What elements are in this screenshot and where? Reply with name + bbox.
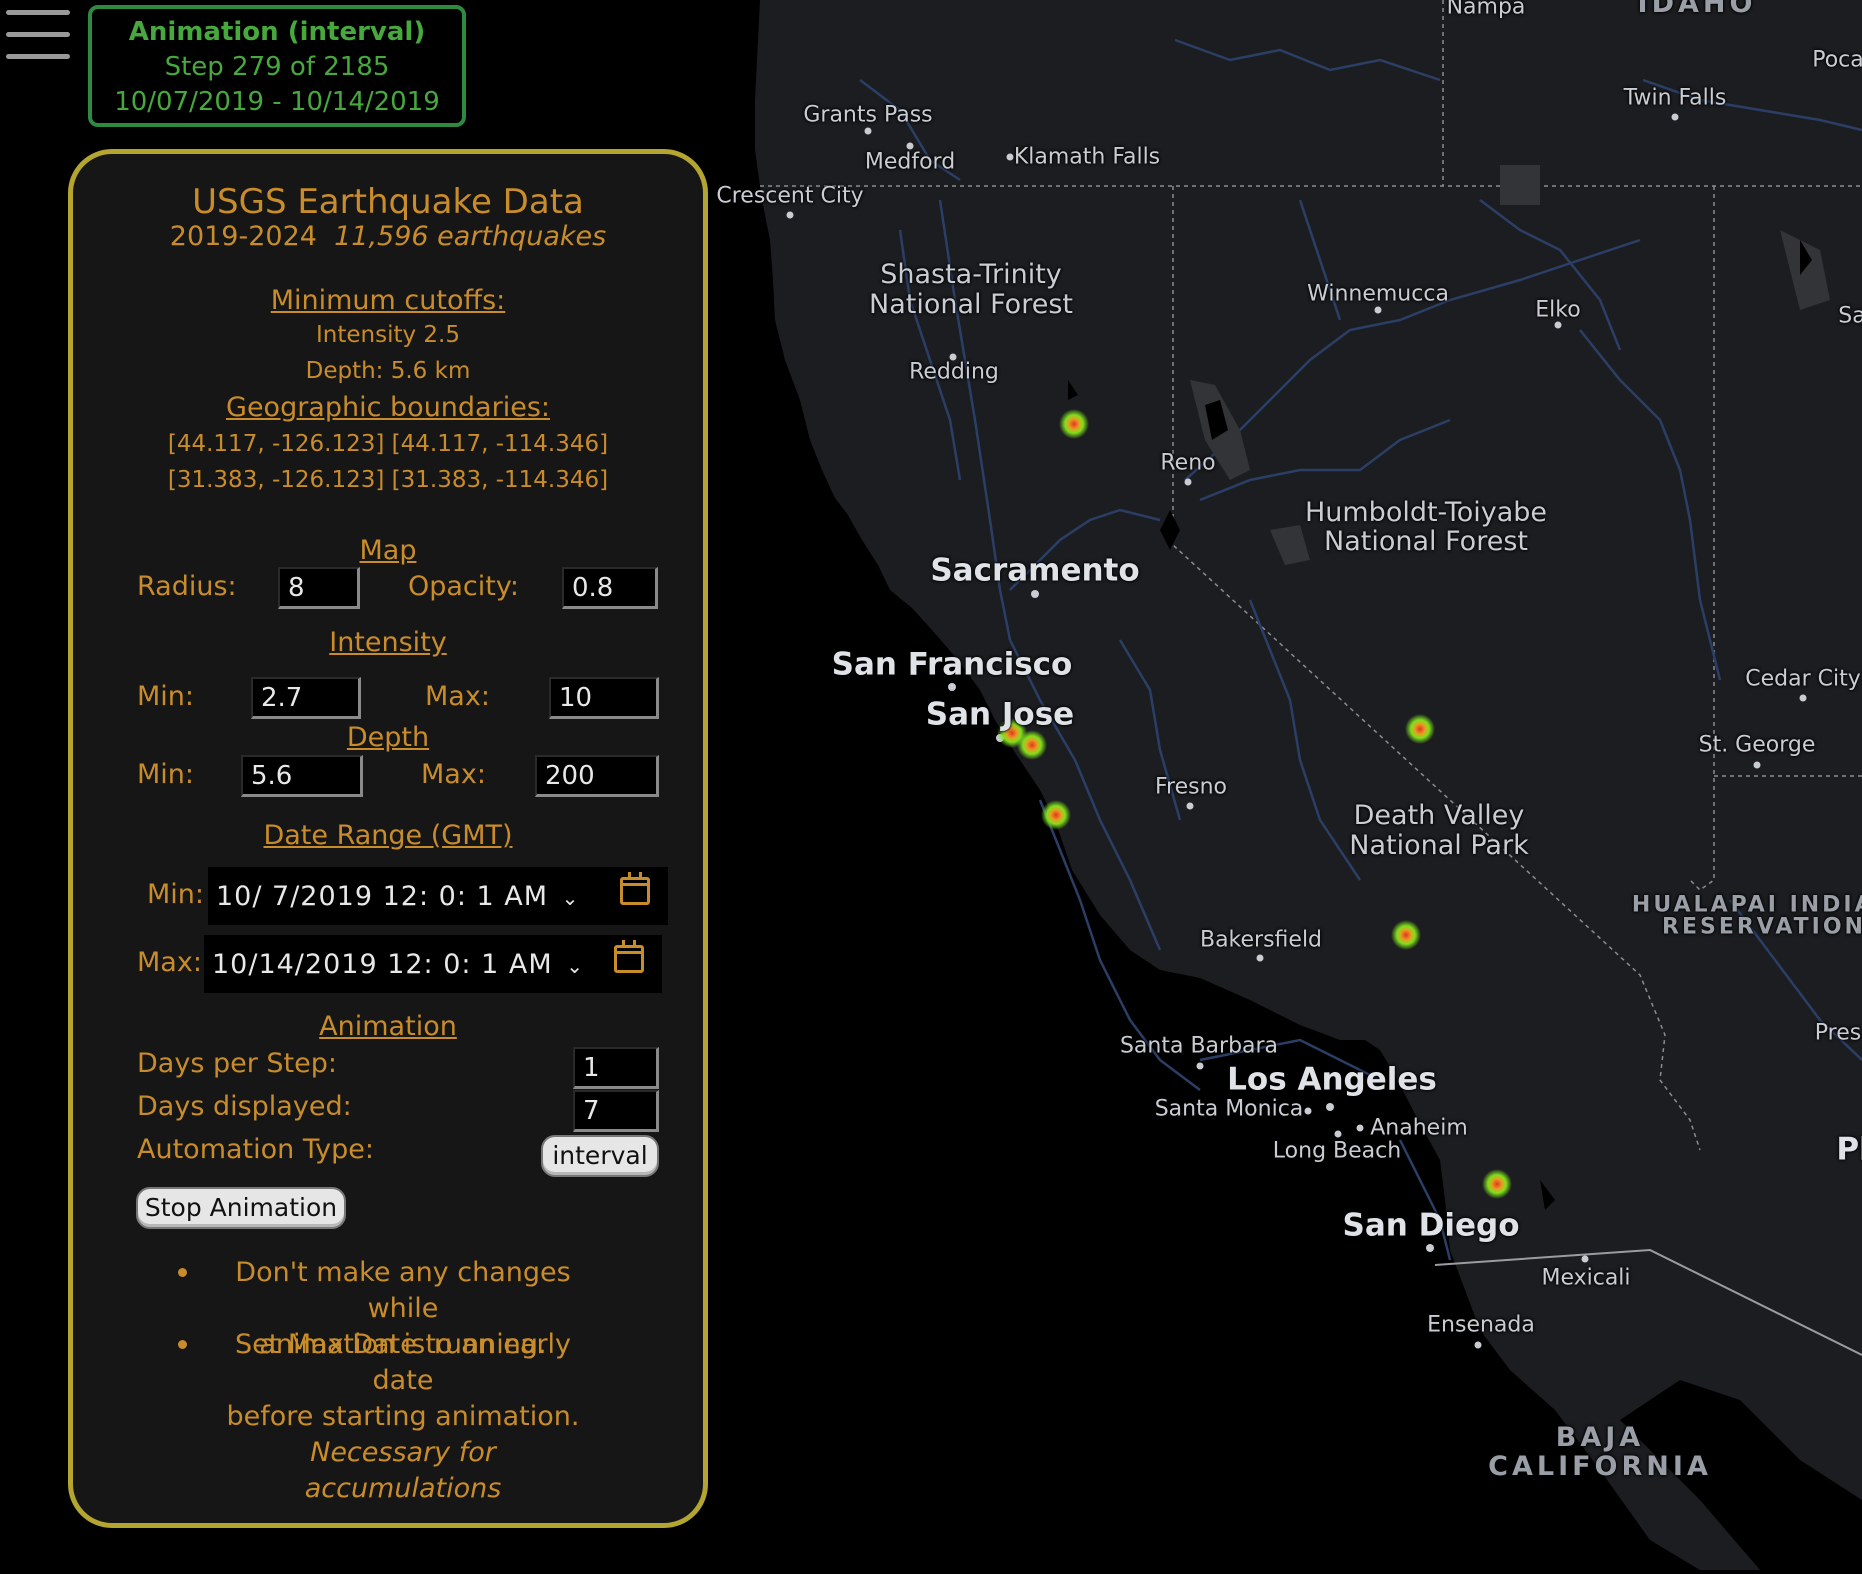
map-label-fresno: Fresno xyxy=(1154,774,1228,800)
note-bullet xyxy=(178,1268,187,1277)
map-label-humboldt-1: Humboldt-Toiyabe xyxy=(1304,496,1548,528)
depth-max-input[interactable]: 200 xyxy=(535,755,659,797)
map-label-anaheim: Anaheim xyxy=(1370,1115,1468,1141)
map-label-idaho: IDAHO xyxy=(1637,0,1757,19)
map-heading: Map xyxy=(359,535,417,566)
min-cutoffs-heading: Minimum cutoffs: xyxy=(270,285,506,316)
map-label-poca: Poca xyxy=(1812,47,1862,73)
date-min-label: Min: xyxy=(147,879,205,910)
map-label-santa-monica: Santa Monica xyxy=(1154,1096,1304,1122)
note-2-line-3: Necessary for accumulations xyxy=(304,1437,502,1504)
days-step-input[interactable]: 1 xyxy=(573,1047,659,1089)
control-panel: USGS Earthquake Data 2019-2024 11,596 ea… xyxy=(68,149,708,1528)
map-label-death-valley-2: National Park xyxy=(1349,829,1529,861)
geo-bounds-row1: [44.117, -126.123] [44.117, -114.346] xyxy=(167,431,609,457)
map-label-ensenada: Ensenada xyxy=(1427,1312,1535,1338)
days-step-label: Days per Step: xyxy=(137,1048,337,1079)
days-displayed-label: Days displayed: xyxy=(137,1091,352,1122)
intensity-heading: Intensity xyxy=(329,627,447,658)
min-cutoffs-intensity: Intensity 2.5 xyxy=(316,322,460,348)
chevron-down-icon[interactable]: ⌄ xyxy=(566,954,584,978)
map-label-grants-pass: Grants Pass xyxy=(803,102,933,128)
calendar-icon[interactable] xyxy=(614,940,644,973)
radius-label: Radius: xyxy=(137,571,237,602)
note-1-line-1: Don't make any changes while xyxy=(235,1257,571,1324)
map-label-los-angeles: Los Angeles xyxy=(1227,1061,1437,1098)
calendar-icon[interactable] xyxy=(620,872,650,905)
map-label-klamath-falls: Klamath Falls xyxy=(1013,144,1161,170)
animation-range: 10/07/2019 - 10/14/2019 xyxy=(114,87,440,117)
date-min-input[interactable]: 10/ 7/2019 12: 0: 1 AM ⌄ xyxy=(208,867,668,925)
date-max-value: 10/14/2019 12: 0: 1 AM xyxy=(212,949,553,980)
map-label-baja-1: BAJA xyxy=(1555,1421,1645,1453)
map-label-redding: Redding xyxy=(909,359,999,385)
menu-hamburger-icon[interactable] xyxy=(6,10,70,62)
animation-status-box: Animation (interval) Step 279 of 2185 10… xyxy=(88,5,466,127)
map-label-winnemucca: Winnemucca xyxy=(1307,281,1449,307)
stop-animation-button[interactable]: Stop Animation xyxy=(136,1187,346,1229)
map-label-baja-2: CALIFORNIA xyxy=(1488,1450,1712,1482)
automation-type-label: Automation Type: xyxy=(137,1134,374,1165)
map-label-sa: Sa xyxy=(1838,303,1862,329)
depth-min-label: Min: xyxy=(137,759,195,790)
date-range-heading: Date Range (GMT) xyxy=(263,820,513,851)
map-label-san-diego: San Diego xyxy=(1342,1207,1520,1244)
panel-subtitle: 2019-2024 11,596 earthquakes xyxy=(73,221,703,252)
map-label-long-beach: Long Beach xyxy=(1272,1138,1402,1164)
map-label-medford: Medford xyxy=(864,149,956,175)
map-label-hualapai-2: RESERVATION xyxy=(1662,914,1862,940)
map-label-mexicali: Mexicali xyxy=(1541,1265,1631,1291)
map-label-pres: Pres xyxy=(1814,1020,1862,1046)
days-displayed-input[interactable]: 7 xyxy=(573,1090,659,1132)
intensity-min-input[interactable]: 2.7 xyxy=(251,677,361,719)
map-label-st-george: St. George xyxy=(1698,732,1816,758)
note-2-line-1: Set Max Date to an early date xyxy=(234,1329,572,1396)
automation-type-button[interactable]: interval xyxy=(541,1135,659,1177)
depth-max-label: Max: xyxy=(421,759,486,790)
map-label-shasta-1: Shasta-Trinity xyxy=(880,258,1062,290)
map-label-sacramento: Sacramento xyxy=(930,552,1140,589)
note-bullet xyxy=(178,1340,187,1349)
map-label-bakersfield: Bakersfield xyxy=(1199,927,1323,953)
panel-title: USGS Earthquake Data xyxy=(192,182,584,222)
panel-years: 2019-2024 xyxy=(169,221,317,252)
note-2: Set Max Date to an early date before sta… xyxy=(213,1327,593,1507)
intensity-min-label: Min: xyxy=(137,681,195,712)
panel-count: 11,596 earthquakes xyxy=(334,221,607,252)
map-label-cedar-city: Cedar City xyxy=(1745,666,1861,692)
depth-min-input[interactable]: 5.6 xyxy=(241,755,363,797)
map-label-san-francisco: San Francisco xyxy=(831,646,1073,683)
min-cutoffs-depth: Depth: 5.6 km xyxy=(305,358,471,384)
map-label-pl: Pl xyxy=(1836,1131,1862,1168)
animation-status-title: Animation (interval) xyxy=(128,17,426,47)
map-label-shasta-2: National Forest xyxy=(869,288,1073,320)
map-label-death-valley-1: Death Valley xyxy=(1353,799,1525,831)
date-max-label: Max: xyxy=(137,947,202,978)
animation-heading: Animation xyxy=(319,1011,457,1042)
intensity-max-input[interactable]: 10 xyxy=(549,677,659,719)
geo-bounds-heading: Geographic boundaries: xyxy=(226,392,550,423)
depth-heading: Depth xyxy=(346,722,430,753)
map-label-twin-falls: Twin Falls xyxy=(1623,85,1727,111)
opacity-input[interactable]: 0.8 xyxy=(562,567,658,609)
note-2-line-2: before starting animation. xyxy=(226,1401,580,1432)
radius-input[interactable]: 8 xyxy=(278,567,360,609)
date-min-value: 10/ 7/2019 12: 0: 1 AM xyxy=(216,881,549,912)
map-label-humboldt-2: National Forest xyxy=(1324,525,1528,557)
geo-bounds-row2: [31.383, -126.123] [31.383, -114.346] xyxy=(167,467,609,493)
intensity-max-label: Max: xyxy=(425,681,490,712)
opacity-label: Opacity: xyxy=(408,571,519,602)
animation-step: Step 279 of 2185 xyxy=(164,52,390,82)
map-label-elko: Elko xyxy=(1535,297,1581,323)
map-label-reno: Reno xyxy=(1160,450,1216,476)
map-label-nampa: Nampa xyxy=(1446,0,1526,20)
map-label-crescent-city: Crescent City xyxy=(716,183,864,209)
date-max-input[interactable]: 10/14/2019 12: 0: 1 AM ⌄ xyxy=(204,935,662,993)
chevron-down-icon[interactable]: ⌄ xyxy=(562,886,580,910)
map-label-santa-barbara: Santa Barbara xyxy=(1119,1033,1279,1059)
map-label-san-jose: San Jose xyxy=(925,696,1075,733)
